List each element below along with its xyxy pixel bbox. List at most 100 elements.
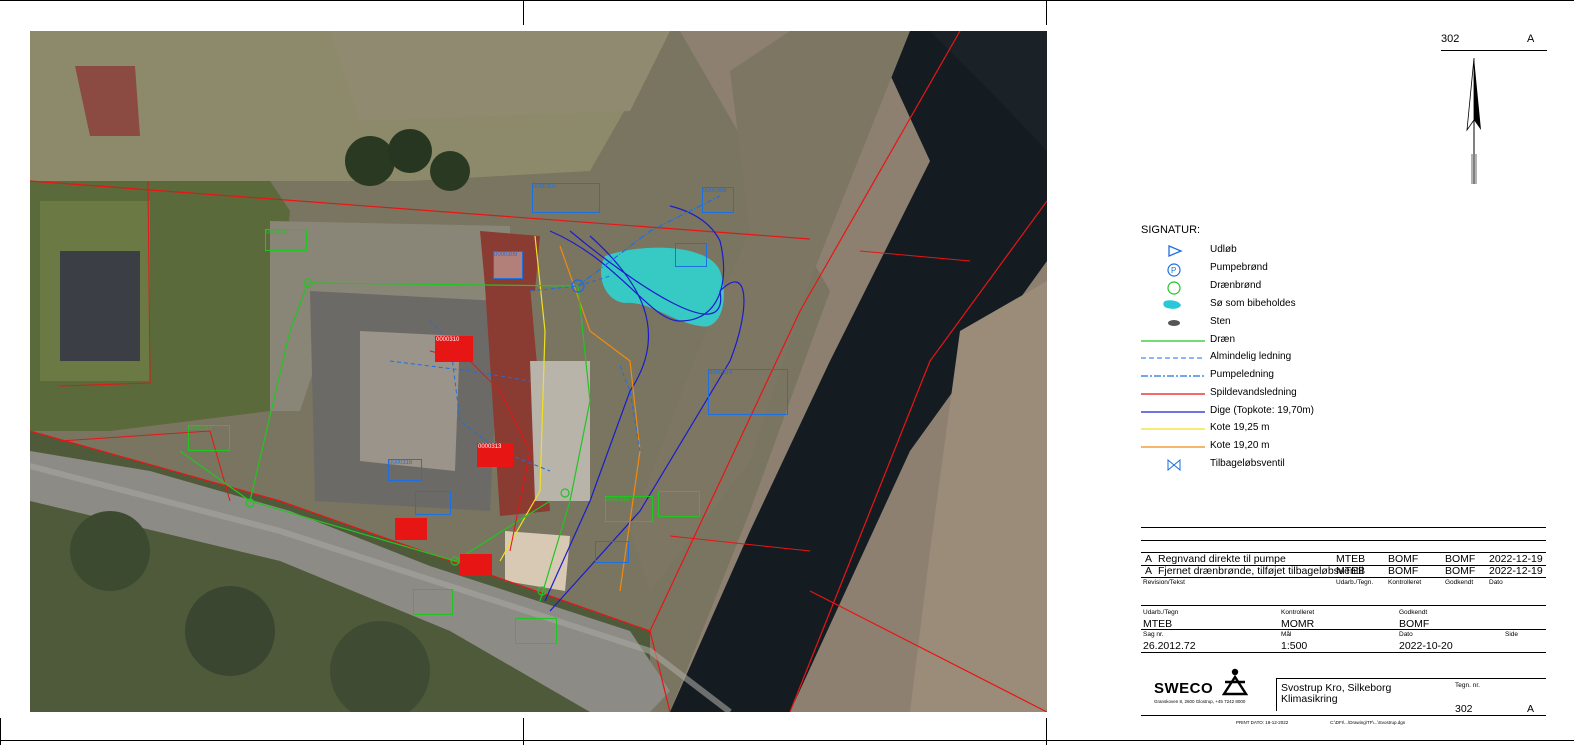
frame-tick: [1046, 0, 1047, 25]
page-label: Side: [1505, 631, 1519, 638]
map-label[interactable]: [515, 618, 557, 644]
case-value: 26.2012.72: [1143, 640, 1196, 652]
legend-item: Dige (Topkote: 19,70m): [1141, 404, 1441, 420]
company-logo: SWECO: [1154, 680, 1214, 697]
outlet-triangle-icon: [1168, 245, 1183, 257]
map-label[interactable]: 0000309: [493, 251, 523, 279]
map-label[interactable]: 0000314: [708, 369, 788, 415]
legend-label: Sø som bibeholdes: [1210, 298, 1296, 309]
drawn-label: Udarb./Tegn: [1143, 609, 1179, 616]
legend-label: Kote 19,20 m: [1210, 440, 1270, 451]
scale-value: 1:500: [1281, 640, 1308, 652]
revision-line: [1141, 540, 1546, 541]
map-label[interactable]: [595, 541, 629, 563]
contour-1925-line-icon: [1141, 428, 1205, 430]
legend-item: Spildevandsledning: [1141, 386, 1441, 402]
ordinary-pipe-line-icon: [1141, 357, 1205, 359]
map-label[interactable]: 0000315: [605, 496, 653, 522]
map-drawing: [30, 31, 1047, 712]
project-subject: Klimasikring: [1281, 693, 1338, 705]
map-label[interactable]: 0000307: [532, 183, 600, 213]
checked-label: Kontrolleret: [1281, 609, 1315, 616]
legend-label: Almindelig ledning: [1210, 351, 1292, 362]
map-label[interactable]: [413, 589, 453, 615]
drawing-no-label: Tegn. nr.: [1455, 682, 1480, 689]
titleblock-divider: [1276, 678, 1277, 711]
titleblock-line: [1141, 652, 1546, 653]
lake-icon: [1163, 300, 1181, 309]
legend-label: Sten: [1210, 316, 1231, 327]
revision-row-2-checked: BOMF: [1388, 565, 1419, 577]
legend-label: Dige (Topkote: 19,70m): [1210, 405, 1314, 416]
legend-item: Udløb: [1141, 243, 1441, 259]
map-label[interactable]: [395, 518, 427, 540]
frame-tick: [523, 0, 524, 25]
legend-item: Sten: [1141, 315, 1441, 331]
map-label[interactable]: [658, 491, 700, 517]
map-label[interactable]: [675, 243, 707, 267]
case-label: Sag nr.: [1143, 631, 1164, 638]
revision-row-2-text: Fjernet drænbrønde, tilføjet tilbageløbs…: [1158, 565, 1364, 577]
date-label: Dato: [1399, 631, 1413, 638]
legend-item: Kote 19,25 m: [1141, 421, 1441, 437]
revision-header-checked: Kontrolleret: [1388, 579, 1422, 586]
revision-row-1-date: 2022-12-19: [1489, 553, 1543, 565]
legend-label: Spildevandsledning: [1210, 387, 1297, 398]
map-label[interactable]: 0000310: [435, 336, 473, 362]
sweco-person-icon: [1222, 668, 1248, 696]
dike-line-icon: [1141, 411, 1205, 413]
titleblock-line: [1276, 678, 1546, 679]
print-date: PRINT DATO: 19-12-2022: [1236, 720, 1289, 725]
map-label[interactable]: 0000313: [477, 443, 513, 467]
revision-row-2-rev: A: [1145, 565, 1153, 577]
aerial-site-map[interactable]: 0000307 0000308 0000309 0000310 0000311 …: [30, 31, 1047, 712]
legend-label: Tilbageløbsventil: [1210, 458, 1285, 469]
legend-item: Drænbrønd: [1141, 279, 1441, 295]
legend-item: Tilbageløbsventil: [1141, 457, 1441, 473]
revision-line: [1141, 577, 1546, 578]
map-label[interactable]: 0000316: [388, 459, 422, 481]
drain-well-icon: [1167, 281, 1181, 295]
revision-row-2-approved: BOMF: [1445, 565, 1476, 577]
sheet-number-top: 302: [1441, 33, 1460, 45]
legend-label: Dræn: [1210, 334, 1236, 345]
legend-label: Pumpebrønd: [1210, 262, 1268, 273]
stone-icon: [1168, 320, 1180, 326]
map-label[interactable]: 0000312: [188, 425, 230, 451]
check-valve-icon: [1167, 458, 1181, 472]
revision-row-1-checked: BOMF: [1388, 553, 1419, 565]
frame-top: [0, 0, 1574, 1]
map-label[interactable]: [415, 491, 451, 515]
revision-row-1-drawn: MTEB: [1336, 553, 1366, 565]
map-label[interactable]: 0000308: [702, 187, 734, 213]
date-value: 2022-10-20: [1399, 640, 1453, 652]
revision-row-1-text: Regnvand direkte til pumpe: [1158, 553, 1286, 565]
legend-item: Almindelig ledning: [1141, 350, 1441, 366]
legend-label: Drænbrønd: [1210, 280, 1262, 291]
north-arrow-icon: [1466, 58, 1481, 184]
map-label[interactable]: [460, 554, 492, 576]
pump-well-icon: P: [1167, 263, 1181, 277]
revision-row-1-approved: BOMF: [1445, 553, 1476, 565]
revision-row-2-date: 2022-12-19: [1489, 565, 1543, 577]
legend-item: Dræn: [1141, 333, 1441, 349]
legend-title: SIGNATUR:: [1141, 224, 1201, 236]
legend-item: P Pumpebrønd: [1141, 261, 1441, 277]
company-address: Granskoven 8, 2600 Glostrup, +45 7242 80…: [1154, 699, 1246, 704]
sheet-divider: [1441, 50, 1547, 51]
file-path: C:\DFI\...\Drawing\TF\...\Svostrup.dgn: [1330, 720, 1406, 725]
revision-top-line: [1141, 527, 1546, 528]
legend-item: Pumpeledning: [1141, 368, 1441, 384]
revision-row-2-drawn: MTEB: [1336, 565, 1366, 577]
legend-label: Kote 19,25 m: [1210, 422, 1270, 433]
legend-label: Pumpeledning: [1210, 369, 1274, 380]
legend-item: Kote 19,20 m: [1141, 439, 1441, 455]
drawing-rev: A: [1527, 703, 1535, 715]
pump-pipe-line-icon: [1141, 375, 1205, 377]
map-label[interactable]: 0000311: [265, 229, 307, 251]
contour-1920-line-icon: [1141, 446, 1205, 448]
titleblock-line: [1141, 605, 1546, 606]
titleblock-line: [1141, 629, 1546, 630]
legend-label: Udløb: [1210, 244, 1237, 255]
legend-item: Sø som bibeholdes: [1141, 297, 1441, 313]
